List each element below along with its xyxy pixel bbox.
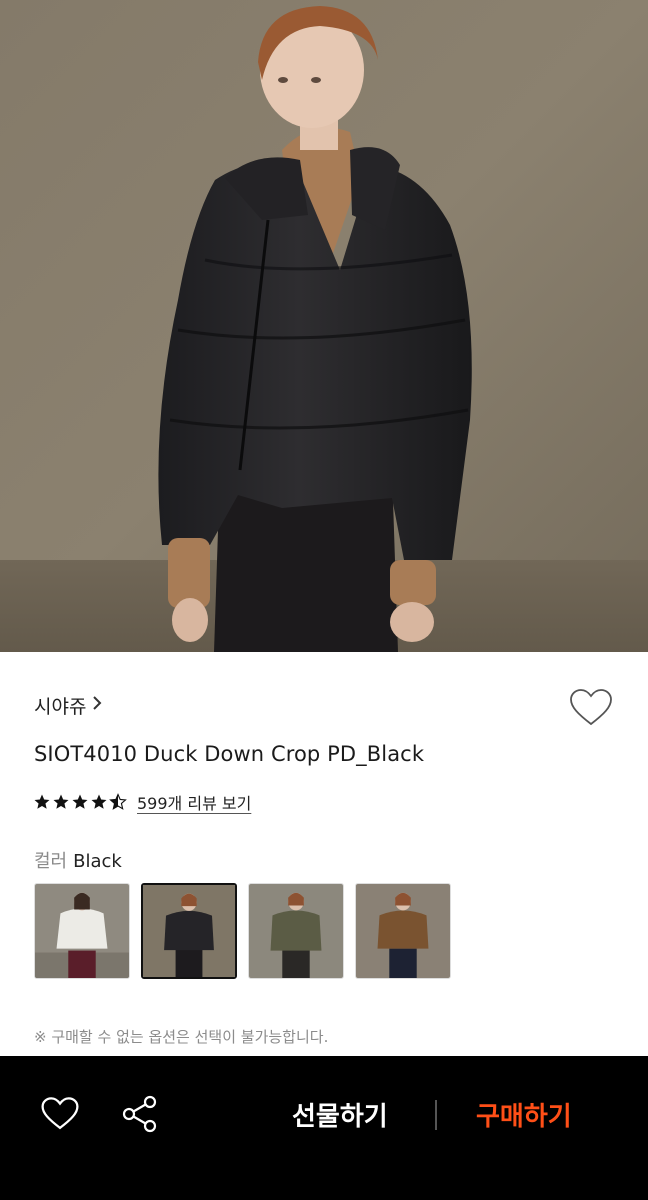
star-half-icon [109,793,127,810]
share-button[interactable] [120,1094,160,1134]
gift-button[interactable]: 선물하기 [292,1096,388,1133]
star-full-icon [91,794,107,809]
color-option-label: 컬러 Black [34,847,122,873]
ivory-jacket-thumbnail [35,884,129,978]
chevron-right-icon [92,695,102,716]
swatch-black[interactable] [141,883,237,979]
color-swatches [34,883,451,979]
swatch-ivory[interactable] [34,883,130,979]
share-icon [122,1095,157,1133]
brand-link[interactable]: 시야쥬 [34,692,102,719]
reviews-link[interactable]: 599개 리뷰 보기 [137,790,251,814]
color-key: 컬러 [34,851,68,872]
color-value: Black [73,851,122,872]
heart-outline-icon [570,689,612,726]
action-divider [435,1100,437,1130]
buy-button[interactable]: 구매하기 [476,1096,572,1133]
option-notice: ※ 구매할 수 없는 옵션은 선택이 불가능합니다. [34,1028,329,1046]
heart-outline-icon [41,1097,79,1130]
khaki-jacket-thumbnail [249,884,343,978]
star-full-icon [72,794,88,809]
swatch-camel[interactable] [355,883,451,979]
star-full-icon [34,794,50,809]
brand-name: 시야쥬 [34,696,87,718]
star-full-icon [53,794,69,809]
bottom-wishlist-button[interactable] [40,1096,80,1132]
rating-stars [33,793,127,811]
model-photo [0,0,648,652]
camel-jacket-thumbnail [356,884,450,978]
bottom-action-bar: 선물하기 구매하기 [0,1056,648,1200]
swatch-khaki[interactable] [248,883,344,979]
wishlist-button[interactable] [568,688,614,728]
product-main-image [0,0,648,652]
rating-row: 599개 리뷰 보기 [33,790,251,814]
product-title: SIOT4010 Duck Down Crop PD_Black [34,742,425,766]
black-jacket-thumbnail [143,885,235,977]
product-info-section: 시야쥬 SIOT4010 Duck Down Crop PD_Black 599… [0,652,648,1056]
